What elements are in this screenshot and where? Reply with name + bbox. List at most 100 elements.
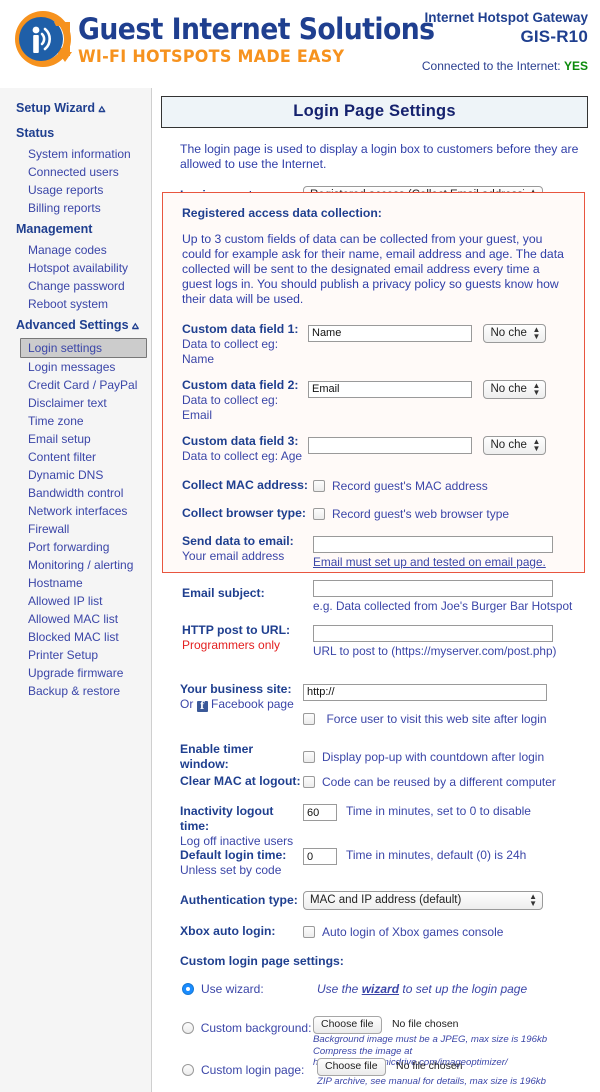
default-login-hint: Time in minutes, default (0) is 24h	[346, 848, 527, 862]
sidebar-item-upgrade-firmware[interactable]: Upgrade firmware	[0, 664, 151, 682]
product-model: GIS-R10	[520, 27, 588, 46]
use-wizard-label: Use wizard:	[201, 982, 264, 996]
sidebar-item-network-interfaces[interactable]: Network interfaces	[0, 502, 151, 520]
send-email-input[interactable]	[313, 535, 553, 553]
xbox-checkbox[interactable]	[303, 925, 315, 938]
sidebar-item-firewall[interactable]: Firewall	[0, 520, 151, 538]
timer-window-checkbox[interactable]	[303, 751, 315, 763]
sidebar-item-disclaimer-text[interactable]: Disclaimer text	[0, 394, 151, 412]
sidebar-item-login-messages[interactable]: Login messages	[0, 358, 151, 376]
sidebar-item-printer-setup[interactable]: Printer Setup	[0, 646, 151, 664]
email-subject-label: Email subject:	[182, 585, 265, 600]
sidebar-item-hostname[interactable]: Hostname	[0, 574, 151, 592]
use-wizard-radio[interactable]	[182, 983, 194, 995]
custom-field-2-check-select[interactable]: No checks	[483, 380, 547, 399]
sidebar-item-billing-reports[interactable]: Billing reports	[0, 199, 151, 217]
page-title: Login Page Settings	[161, 96, 588, 128]
product-name: Internet Hotspot Gateway	[424, 10, 588, 25]
sidebar-item-bandwidth-control[interactable]: Bandwidth control	[0, 484, 151, 502]
registered-access-panel: Registered access data collection: Up to…	[162, 192, 585, 658]
http-post-hint: URL to post to (https://myserver.com/pos…	[313, 643, 557, 658]
send-email-hint[interactable]: Email must set up and tested on email pa…	[313, 555, 546, 569]
internet-status-label: Connected to the Internet:	[421, 59, 561, 73]
sidebar-item-system-information[interactable]: System information	[0, 145, 151, 163]
custom-login-page-radio[interactable]	[182, 1064, 194, 1076]
auth-type-select[interactable]: MAC and IP address (default)	[303, 891, 543, 910]
http-post-input[interactable]	[313, 624, 553, 642]
custom-field-2-input[interactable]	[308, 380, 472, 398]
sidebar-group-setup-wizard[interactable]: Setup Wizard ⩟	[0, 96, 151, 121]
custom-login-page-row: Custom login page: Choose file No file c…	[182, 1056, 546, 1088]
sidebar-item-hotspot-availability[interactable]: Hotspot availability	[0, 259, 151, 277]
default-login-sublabel: Unless set by code	[180, 863, 282, 877]
sidebar-item-manage-codes[interactable]: Manage codes	[0, 241, 151, 259]
custom-field-1-input[interactable]	[308, 324, 472, 342]
collect-browser-checkbox[interactable]	[313, 507, 325, 520]
send-email-row: Send data to email: Your email address E…	[182, 534, 584, 570]
custom-background-file-status: No file chosen	[391, 1018, 459, 1030]
custom-field-3-check-select[interactable]: No checks	[483, 436, 547, 455]
inactivity-hint: Time in minutes, set to 0 to disable	[346, 804, 531, 818]
custom-field-1-label: Custom data field 1:	[182, 322, 299, 336]
sidebar-item-dynamic-dns[interactable]: Dynamic DNS	[0, 466, 151, 484]
sidebar-item-login-settings[interactable]: Login settings	[20, 338, 147, 358]
sidebar-item-credit-card-paypal[interactable]: Credit Card / PayPal	[0, 376, 151, 394]
inactivity-label: Inactivity logout time:	[180, 804, 274, 833]
sidebar-item-content-filter[interactable]: Content filter	[0, 448, 151, 466]
default-login-input[interactable]	[303, 848, 337, 865]
collect-mac-row: Collect MAC address: Record guest's MAC …	[182, 478, 584, 493]
wizard-link[interactable]: wizard	[362, 982, 399, 996]
inactivity-sublabel: Log off inactive users	[180, 834, 294, 848]
timer-window-checkbox-label: Display pop-up with countdown after logi…	[322, 750, 545, 764]
inactivity-input[interactable]	[303, 804, 337, 821]
http-post-label: HTTP post to URL:	[182, 623, 291, 637]
custom-field-2-check-wrap: No checks ▲ ▼	[483, 379, 547, 399]
sidebar-group-status[interactable]: Status	[0, 121, 151, 145]
custom-field-3-input[interactable]	[308, 436, 472, 454]
sidebar-item-backup-restore[interactable]: Backup & restore	[0, 682, 151, 700]
page-root: Guest Internet Solutions WI-FI HOTSPOTS …	[0, 0, 600, 1092]
sidebar-group-management[interactable]: Management	[0, 217, 151, 241]
auth-type-select-wrap: MAC and IP address (default) ▲ ▼	[303, 890, 543, 910]
custom-background-choose-file-button[interactable]: Choose file	[312, 1016, 382, 1034]
email-subject-row: Email subject: e.g. Data collected from …	[182, 579, 584, 615]
use-wizard-hint: Use the wizard to set up the login page	[317, 982, 527, 996]
sidebar-item-time-zone[interactable]: Time zone	[0, 412, 151, 430]
guest-internet-logo-icon	[12, 8, 74, 70]
sidebar-group-advanced-settings[interactable]: Advanced Settings ⩟	[0, 313, 151, 338]
sidebar-item-blocked-mac-list[interactable]: Blocked MAC list	[0, 628, 151, 646]
sidebar-item-email-setup[interactable]: Email setup	[0, 430, 151, 448]
custom-background-info-1: Background image must be a JPEG, max siz…	[312, 1034, 548, 1045]
custom-field-1-check-select[interactable]: No checks	[483, 324, 547, 343]
custom-background-radio[interactable]	[182, 1022, 194, 1034]
sidebar-item-usage-reports[interactable]: Usage reports	[0, 181, 151, 199]
timer-window-row: Enable timer window: Display pop-up with…	[180, 742, 544, 772]
collect-mac-checkbox[interactable]	[313, 479, 325, 492]
http-post-sublabel: Programmers only	[182, 638, 281, 652]
chevron-down-icon: ⩟	[98, 103, 106, 115]
header-product-info: Internet Hotspot Gateway GIS-R10 Connect…	[422, 8, 588, 73]
collect-browser-label: Collect browser type:	[182, 506, 306, 520]
sidebar-item-connected-users[interactable]: Connected users	[0, 163, 151, 181]
sidebar-item-port-forwarding[interactable]: Port forwarding	[0, 538, 151, 556]
force-visit-checkbox[interactable]	[303, 712, 315, 725]
sidebar-item-allowed-ip-list[interactable]: Allowed IP list	[0, 592, 151, 610]
sidebar-item-allowed-mac-list[interactable]: Allowed MAC list	[0, 610, 151, 628]
custom-login-page-choose-file-button[interactable]: Choose file	[317, 1058, 386, 1076]
sidebar-item-monitoring-alerting[interactable]: Monitoring / alerting	[0, 556, 151, 574]
brand-logo: Guest Internet Solutions WI-FI HOTSPOTS …	[12, 6, 435, 78]
brand-title: Guest Internet Solutions	[78, 12, 435, 46]
email-subject-input[interactable]	[313, 580, 553, 597]
clear-mac-checkbox[interactable]	[303, 775, 315, 788]
registered-access-description: Up to 3 custom fields of data can be col…	[182, 232, 564, 306]
business-site-input[interactable]	[303, 683, 547, 701]
custom-field-2-sublabel: Data to collect eg: Email	[182, 393, 279, 422]
collect-browser-checkbox-label: Record guest's web browser type	[332, 506, 510, 521]
xbox-checkbox-label: Auto login of Xbox games console	[322, 924, 504, 939]
send-email-label: Send data to email:	[182, 534, 294, 548]
wizard-text-before: Use the	[317, 982, 362, 996]
custom-field-2-row: Custom data field 2: Data to collect eg:…	[182, 378, 584, 423]
default-login-label: Default login time:	[180, 848, 287, 862]
sidebar-item-reboot-system[interactable]: Reboot system	[0, 295, 151, 313]
sidebar-item-change-password[interactable]: Change password	[0, 277, 151, 295]
